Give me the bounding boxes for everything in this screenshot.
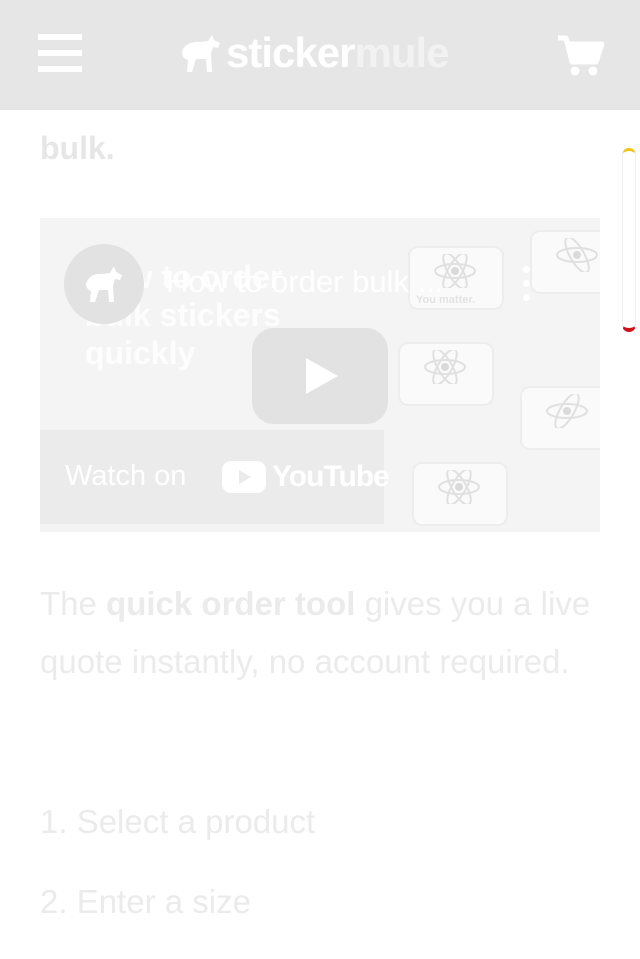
youtube-play-icon — [222, 461, 266, 493]
thumbnail-sticker — [530, 230, 600, 294]
logo-text-mule: mule — [354, 29, 449, 76]
atom-icon — [438, 470, 480, 504]
mule-logo-icon — [86, 266, 122, 302]
watch-on-youtube-button[interactable]: Watch on YouTube — [40, 430, 390, 524]
play-button[interactable] — [252, 328, 388, 424]
top-navigation-bar: sticker mule — [0, 0, 640, 110]
list-item: 2. Enter a size — [40, 883, 251, 920]
more-options-icon[interactable] — [520, 266, 532, 302]
hamburger-menu-icon[interactable] — [38, 34, 82, 72]
video-title[interactable]: How to order bulk ... — [166, 264, 443, 300]
article-heading-fragment: bulk. — [40, 130, 115, 166]
scroll-indicator[interactable] — [622, 148, 636, 332]
youtube-video-embed[interactable]: How to order bulk stickers quickly You m… — [40, 218, 600, 532]
channel-avatar[interactable] — [64, 244, 144, 324]
stickermule-logo[interactable]: sticker mule — [178, 28, 449, 78]
list-item: 1. Select a product — [40, 803, 316, 840]
play-icon — [306, 358, 338, 394]
shopping-cart-icon[interactable] — [556, 34, 604, 78]
quick-order-tool-bold: quick order tool — [106, 585, 356, 622]
watch-on-label: Watch on — [65, 460, 187, 492]
atom-icon — [546, 394, 588, 428]
thumbnail-sticker — [412, 462, 508, 526]
logo-text-sticker: sticker — [226, 29, 355, 76]
intro-paragraph: The quick order tool gives you a live qu… — [40, 575, 600, 691]
atom-icon — [556, 238, 598, 272]
mule-logo-icon — [182, 35, 220, 72]
thumbnail-sticker — [398, 342, 494, 406]
youtube-label: YouTube — [272, 460, 390, 493]
youtube-logo: YouTube — [222, 460, 390, 494]
atom-icon — [424, 350, 466, 384]
thumbnail-sticker — [520, 386, 600, 450]
paragraph-text: The — [40, 585, 107, 622]
